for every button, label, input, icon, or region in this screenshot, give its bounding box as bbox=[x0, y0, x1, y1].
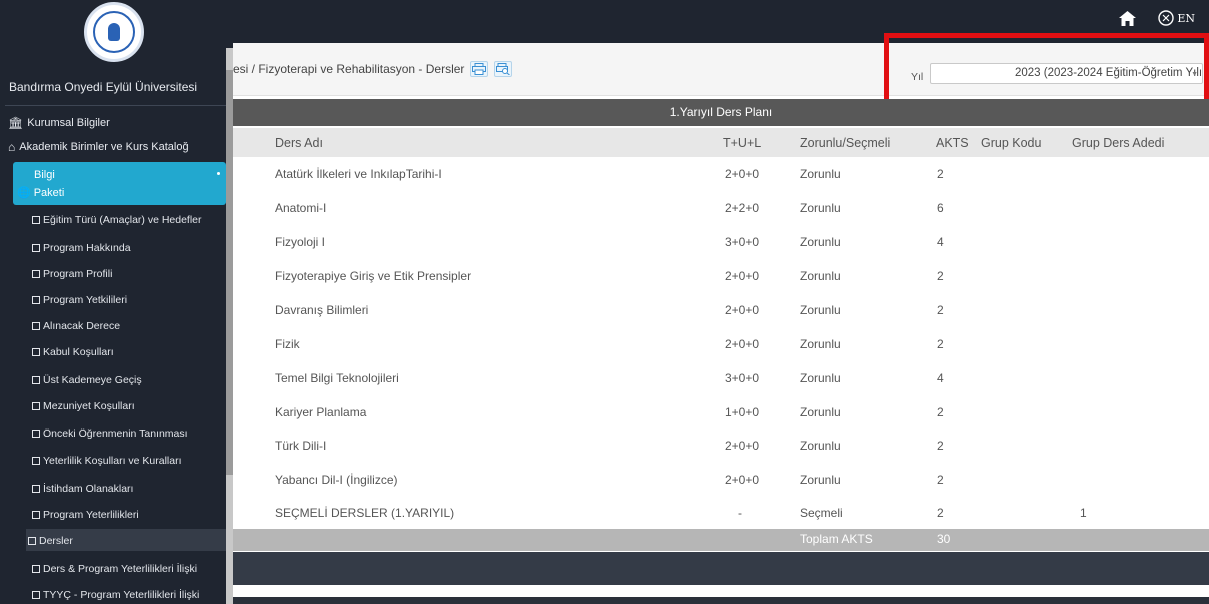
sidebar-sub-item[interactable]: Üst Kademeye Geçiş bbox=[32, 374, 142, 386]
print-icon[interactable] bbox=[470, 61, 489, 77]
header-group-count: Grup Ders Adedi bbox=[1072, 136, 1165, 150]
sidebar-sub-item[interactable]: Program Yetkilileri bbox=[32, 294, 127, 306]
sidebar-sub-item[interactable]: Kabul Koşulları bbox=[32, 346, 114, 358]
highlight-annotation-box bbox=[884, 33, 1209, 106]
table-row[interactable]: Fizik 2+0+0 Zorunlu 2 bbox=[233, 327, 1209, 360]
table-row[interactable]: Kariyer Planlama 1+0+0 Zorunlu 2 bbox=[233, 395, 1209, 428]
sidebar-item-bilgi-paketi[interactable]: Bilgi 🌐 Paketi bbox=[13, 162, 226, 205]
breadcrumb: esi / Fizyoterapi ve Rehabilitasyon - De… bbox=[233, 61, 513, 77]
university-logo bbox=[84, 2, 144, 62]
institution-icon: 🏛 bbox=[8, 116, 24, 130]
sidebar-item-kurumsal-bilgiler[interactable]: 🏛 Kurumsal Bilgiler bbox=[8, 116, 110, 130]
sidebar-sub-item[interactable]: İstihdam Olanakları bbox=[32, 483, 133, 495]
language-label: EN bbox=[1177, 11, 1195, 25]
university-name: Bandırma Onyedi Eylül Üniversitesi bbox=[9, 80, 198, 94]
header-akts: AKTS bbox=[936, 136, 969, 150]
sidebar-item-akademik-birimler[interactable]: ⌂ Akademik Birimler ve Kurs Kataloğ bbox=[8, 140, 189, 154]
academic-units-icon: ⌂ bbox=[8, 140, 16, 154]
table-row[interactable]: Yabancı Dil-I (İngilizce) 2+0+0 Zorunlu … bbox=[233, 463, 1209, 496]
total-label: Toplam AKTS bbox=[800, 532, 873, 546]
sidebar-sub-item[interactable]: Program Yeterlilikleri bbox=[32, 509, 139, 521]
table-row[interactable]: Fizyoterapiye Giriş ve Etik Prensipler 2… bbox=[233, 259, 1209, 292]
language-icon bbox=[1158, 10, 1175, 26]
table-row[interactable]: Temel Bilgi Teknolojileri 3+0+0 Zorunlu … bbox=[233, 361, 1209, 394]
sidebar: Bandırma Onyedi Eylül Üniversitesi 🏛 Kur… bbox=[0, 0, 233, 604]
header-group-code: Grup Kodu bbox=[981, 136, 1042, 150]
language-switch[interactable]: EN bbox=[1158, 10, 1195, 26]
header-type: Zorunlu/Seçmeli bbox=[800, 136, 891, 150]
globe-icon: 🌐 bbox=[17, 187, 31, 199]
sidebar-sub-item-dersler[interactable]: Dersler bbox=[28, 535, 73, 547]
table-row[interactable]: Anatomi-I 2+2+0 Zorunlu 6 bbox=[233, 191, 1209, 224]
total-value: 30 bbox=[937, 532, 951, 546]
sidebar-sub-item[interactable]: Alınacak Derece bbox=[32, 320, 120, 332]
table-row[interactable]: SEÇMELİ DERSLER (1.YARIYIL) - Seçmeli 2 … bbox=[233, 496, 1209, 529]
header-tul: T+U+L bbox=[723, 136, 762, 150]
plan-title: 1.Yarıyıl Ders Planı bbox=[233, 99, 1209, 126]
sidebar-sub-item[interactable]: Önceki Öğrenmenin Tanınması bbox=[32, 428, 188, 440]
home-icon[interactable] bbox=[1119, 10, 1137, 26]
sidebar-sub-item[interactable]: TYYÇ - Program Yeterlilikleri İlişki bbox=[32, 589, 199, 601]
table-row[interactable]: Türk Dili-I 2+0+0 Zorunlu 2 bbox=[233, 429, 1209, 462]
total-row: Toplam AKTS 30 bbox=[233, 529, 1209, 551]
table-row[interactable]: Fizyoloji I 3+0+0 Zorunlu 4 bbox=[233, 225, 1209, 258]
sidebar-sub-item[interactable]: Mezuniyet Koşulları bbox=[32, 400, 135, 412]
sidebar-sub-item[interactable]: Program Profili bbox=[32, 268, 112, 280]
sidebar-scrollbar-thumb[interactable] bbox=[226, 70, 233, 475]
sidebar-sub-item[interactable]: Program Hakkında bbox=[32, 242, 131, 254]
header-ders-adi: Ders Adı bbox=[275, 136, 323, 150]
table-header: Ders Adı T+U+L Zorunlu/Seçmeli AKTS Grup… bbox=[233, 128, 1209, 157]
sidebar-sub-item[interactable]: Yeterlilik Koşulları ve Kuralları bbox=[32, 455, 182, 467]
sidebar-sub-item[interactable]: Eğitim Türü (Amaçlar) ve Hedefler bbox=[32, 214, 202, 226]
footer-band bbox=[233, 552, 1209, 585]
print-preview-icon[interactable] bbox=[494, 61, 513, 77]
table-row[interactable]: Atatürk İlkeleri ve InkılapTarihi-I 2+0+… bbox=[233, 157, 1209, 190]
sidebar-sub-item[interactable]: Ders & Program Yeterlilikleri İlişki bbox=[32, 563, 197, 575]
table-row[interactable]: Davranış Bilimleri 2+0+0 Zorunlu 2 bbox=[233, 293, 1209, 326]
